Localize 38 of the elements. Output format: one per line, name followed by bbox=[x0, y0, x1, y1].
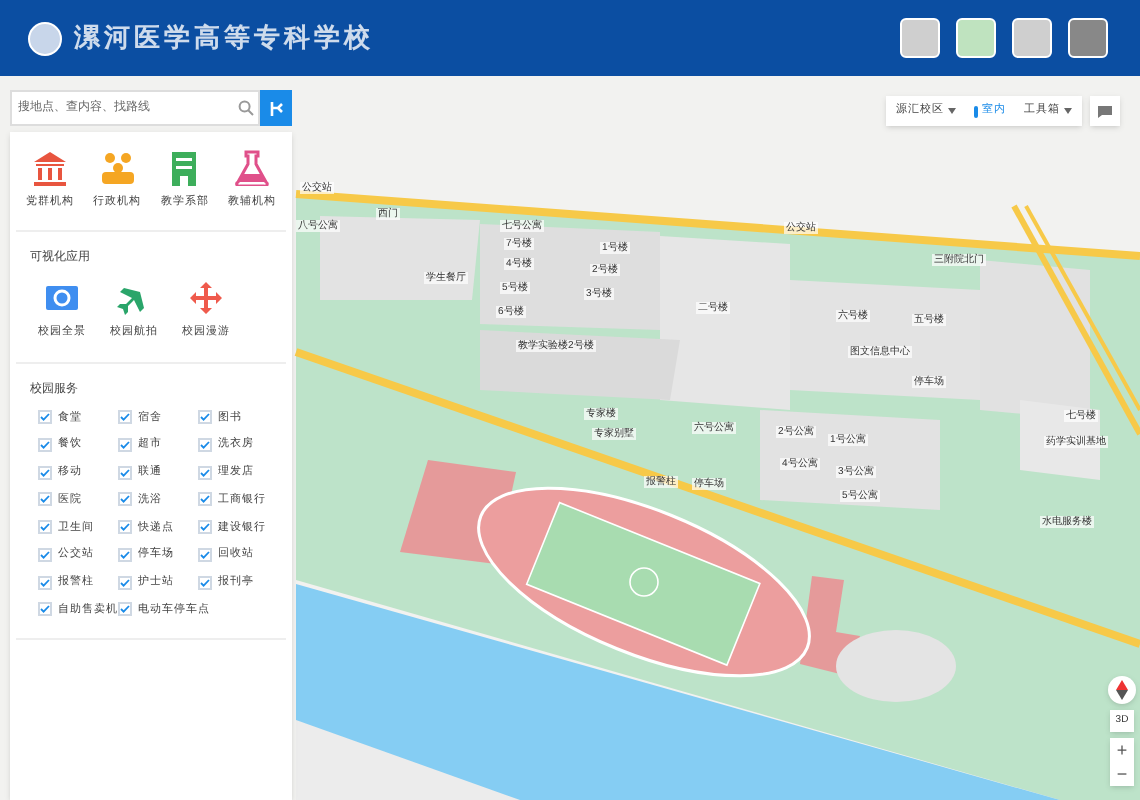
service-checkbox[interactable] bbox=[38, 575, 52, 590]
service-checkbox[interactable] bbox=[118, 437, 132, 452]
service-checkbox[interactable] bbox=[38, 437, 52, 452]
service-checkbox[interactable] bbox=[118, 410, 132, 425]
move-arrows-icon bbox=[188, 280, 224, 317]
zoom-in-button[interactable]: + bbox=[1110, 738, 1134, 762]
service-checkbox[interactable] bbox=[118, 602, 132, 617]
zoom-out-button[interactable]: − bbox=[1110, 762, 1134, 786]
message-button[interactable] bbox=[1090, 96, 1120, 126]
service-checkbox[interactable] bbox=[198, 410, 212, 425]
route-icon bbox=[267, 99, 285, 117]
service-checkbox[interactable] bbox=[198, 520, 212, 535]
route-button[interactable] bbox=[260, 90, 292, 126]
service-checkbox[interactable] bbox=[118, 465, 132, 480]
service-checkbox[interactable] bbox=[38, 465, 52, 480]
school-name: 漯河医学高等专科学校 bbox=[74, 20, 374, 57]
service-checkbox[interactable] bbox=[38, 520, 52, 535]
people-icon bbox=[99, 150, 136, 186]
service-checkbox[interactable] bbox=[198, 465, 212, 480]
message-icon bbox=[1098, 105, 1112, 117]
caret-icon bbox=[948, 108, 956, 114]
service-checkbox[interactable] bbox=[118, 547, 132, 562]
service-checkbox[interactable] bbox=[118, 492, 132, 507]
service-checkbox[interactable] bbox=[118, 520, 132, 535]
service-checkbox[interactable] bbox=[198, 492, 212, 507]
service-checkbox[interactable] bbox=[38, 410, 52, 425]
map-style-icon[interactable] bbox=[1068, 18, 1108, 58]
school-logo-icon bbox=[28, 21, 62, 55]
service-checkbox[interactable] bbox=[198, 575, 212, 590]
service-checkbox[interactable] bbox=[38, 547, 52, 562]
bank-icon bbox=[31, 150, 68, 186]
caret-icon bbox=[1064, 108, 1072, 114]
service-checkbox[interactable] bbox=[38, 492, 52, 507]
service-checkbox[interactable] bbox=[198, 437, 212, 452]
service-checkbox[interactable] bbox=[38, 602, 52, 617]
service-checkbox[interactable] bbox=[118, 575, 132, 590]
flask-icon bbox=[234, 150, 271, 186]
service-checkbox[interactable] bbox=[198, 547, 212, 562]
